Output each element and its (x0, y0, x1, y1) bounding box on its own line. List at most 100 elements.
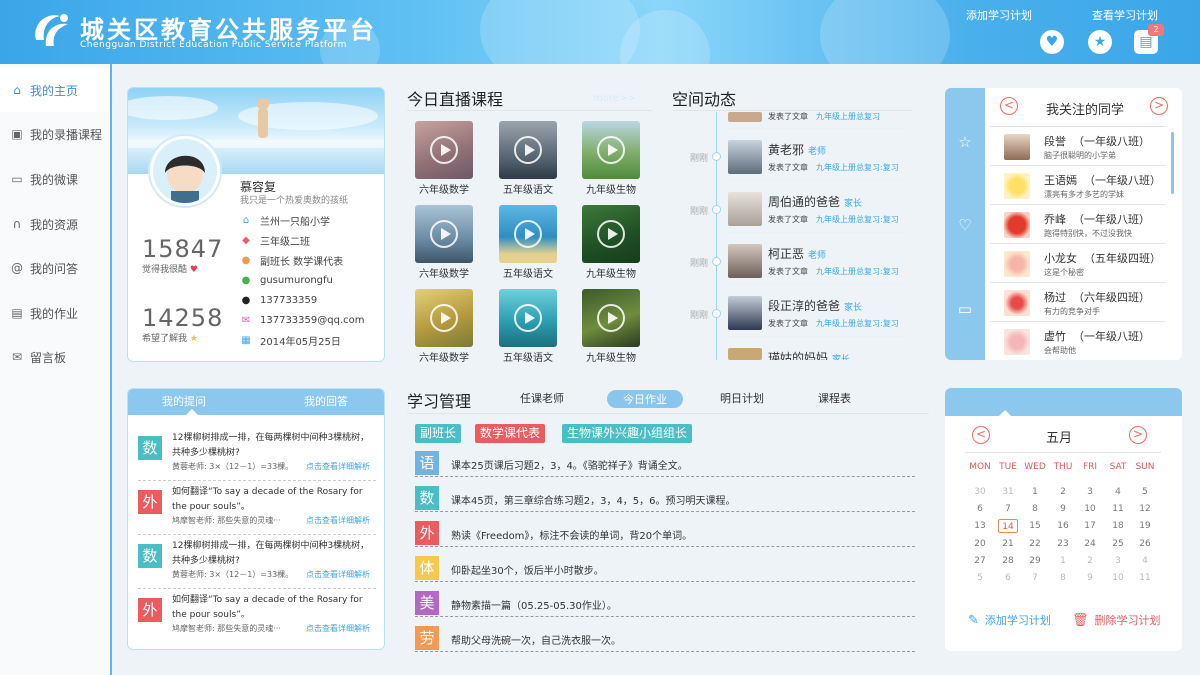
calendar-day[interactable]: 3 (1076, 485, 1104, 499)
calendar-day-today[interactable]: 14 (998, 519, 1018, 533)
calendar-day[interactable]: 2 (1049, 485, 1077, 499)
course-video-thumbnail[interactable] (499, 121, 557, 179)
calendar-day[interactable]: 16 (1049, 519, 1077, 533)
calendar-day[interactable]: 31 (994, 485, 1022, 499)
feed-avatar[interactable] (728, 244, 762, 278)
calendar-day[interactable]: 8 (1049, 571, 1077, 585)
view-analysis-link[interactable]: 点击查看详细解析 (306, 569, 370, 580)
feed-avatar[interactable] (728, 192, 762, 226)
tab-tomorrow-plan[interactable]: 明日计划 (720, 390, 764, 406)
calendar-day[interactable]: 11 (1104, 502, 1132, 516)
calendar-day[interactable]: 9 (1049, 502, 1077, 516)
calendar-day[interactable]: 17 (1076, 519, 1104, 533)
course-video-thumbnail[interactable] (499, 205, 557, 263)
calendar-day[interactable]: 5 (966, 571, 994, 585)
view-analysis-link[interactable]: 点击查看详细解析 (306, 515, 370, 526)
avatar[interactable] (150, 136, 220, 206)
add-plan-button[interactable]: ✎ 添加学习计划 (968, 612, 1051, 628)
sidebar-item-home[interactable]: ⌂ 我的主页 (0, 68, 110, 112)
following-prev-button[interactable]: < (1000, 97, 1018, 115)
following-next-button[interactable]: > (1150, 97, 1168, 115)
following-student-row[interactable]: 王语嫣 （一年级八班） 漂亮有多才多艺的学妹 (990, 167, 1166, 205)
tab-today-homework[interactable]: 今日作业 (607, 390, 683, 408)
calendar-day[interactable]: 28 (994, 554, 1022, 568)
question-item[interactable]: 外 如何翻译“To say a decade of the Rosary for… (138, 589, 376, 643)
feed-avatar[interactable] (728, 296, 762, 330)
view-analysis-link[interactable]: 点击查看详细解析 (306, 623, 370, 634)
feed-avatar[interactable] (728, 140, 762, 174)
course-video-thumbnail[interactable] (415, 289, 473, 347)
calendar-day[interactable]: 10 (1104, 571, 1132, 585)
feed-avatar[interactable] (728, 348, 762, 360)
calendar-day[interactable]: 6 (966, 502, 994, 516)
course-video-thumbnail[interactable] (582, 205, 640, 263)
calendar-day[interactable]: 29 (1021, 554, 1049, 568)
calendar-day[interactable]: 21 (994, 537, 1022, 551)
tab-add-plan[interactable]: 添加学习计划 (966, 7, 1032, 23)
calendar-day[interactable]: 8 (1021, 502, 1049, 516)
calendar-next-month-button[interactable]: > (1129, 426, 1147, 444)
comment-icon[interactable]: ▭ (956, 300, 974, 318)
sidebar-item-homework[interactable]: ▤ 我的作业 (0, 291, 110, 335)
calendar-day[interactable]: 24 (1076, 537, 1104, 551)
calendar-day[interactable]: 19 (1131, 519, 1159, 533)
sidebar-item-micro-courses[interactable]: ▭ 我的微课 (0, 157, 110, 201)
calendar-day[interactable]: 4 (1104, 485, 1132, 499)
calendar-day[interactable]: 22 (1021, 537, 1049, 551)
calendar-day[interactable]: 4 (1131, 554, 1159, 568)
following-student-row[interactable]: 虚竹 （一年级八班） 会帮助他 (990, 323, 1166, 361)
calendar-day[interactable]: 7 (1021, 571, 1049, 585)
sidebar-item-message-board[interactable]: ✉ 留言板 (0, 335, 110, 379)
calendar-day[interactable]: 18 (1104, 519, 1132, 533)
calendar-day[interactable]: 15 (1021, 519, 1049, 533)
calendar-day[interactable]: 9 (1076, 571, 1104, 585)
star-outline-icon[interactable]: ☆ (956, 133, 974, 151)
calendar-day[interactable]: 13 (966, 519, 994, 533)
calendar-day[interactable]: 7 (994, 502, 1022, 516)
tab-my-questions[interactable]: 我的提问 (162, 389, 206, 415)
calendar-prev-month-button[interactable]: < (972, 426, 990, 444)
sidebar-item-resources[interactable]: ∩ 我的资源 (0, 202, 110, 246)
feed-user-name[interactable]: 瑛姑的妈妈 家长 (768, 349, 850, 360)
feed-article-link[interactable]: 九年级上册总复习 (816, 112, 880, 121)
calendar-day[interactable]: 1 (1049, 554, 1077, 568)
calendar-day[interactable]: 2 (1076, 554, 1104, 568)
feed-avatar[interactable] (728, 112, 762, 122)
calendar-day[interactable]: 25 (1104, 537, 1132, 551)
calendar-day[interactable]: 20 (966, 537, 994, 551)
calendar-day[interactable]: 26 (1131, 537, 1159, 551)
calendar-day[interactable]: 3 (1104, 554, 1132, 568)
feed-user-name[interactable]: 周伯通的爸爸 家长 (768, 193, 862, 210)
question-item[interactable]: 数 12棵柳树排成一排，在每两棵树中间种3棵桃树，共种多少棵桃树? 黄蓉老师: … (138, 535, 376, 589)
favorites-heart-icon[interactable]: ♥ (1040, 30, 1064, 54)
sidebar-item-qa[interactable]: @ 我的问答 (0, 246, 110, 290)
view-analysis-link[interactable]: 点击查看详细解析 (306, 461, 370, 472)
feed-article-link[interactable]: 九年级上册总复习:复习 (816, 267, 899, 276)
feed-user-name[interactable]: 段正淳的爸爸 家长 (768, 297, 862, 314)
calendar-day[interactable]: 27 (966, 554, 994, 568)
calendar-day[interactable]: 5 (1131, 485, 1159, 499)
calendar-day[interactable]: 23 (1049, 537, 1077, 551)
feed-user-name[interactable]: 柯正恶 老师 (768, 245, 826, 262)
course-video-thumbnail[interactable] (582, 289, 640, 347)
tab-view-plan[interactable]: 查看学习计划 (1092, 7, 1158, 23)
following-student-row[interactable]: 杨过 （六年级四班） 有力的竞争对手 (990, 284, 1166, 322)
delete-plan-button[interactable]: 🗑 删除学习计划 (1072, 612, 1161, 628)
question-item[interactable]: 外 如何翻译“To say a decade of the Rosary for… (138, 481, 376, 535)
course-video-thumbnail[interactable] (415, 121, 473, 179)
calendar-day[interactable]: 6 (994, 571, 1022, 585)
calendar-day[interactable]: 10 (1076, 502, 1104, 516)
tab-my-answers[interactable]: 我的回答 (304, 389, 348, 415)
star-icon[interactable]: ★ (1088, 30, 1112, 54)
following-student-row[interactable]: 乔峰 （一年级八班） 跑得特别快，不过没我快 (990, 206, 1166, 244)
calendar-day[interactable]: 11 (1131, 571, 1159, 585)
course-video-thumbnail[interactable] (415, 205, 473, 263)
tab-teachers[interactable]: 任课老师 (520, 390, 564, 406)
feed-article-link[interactable]: 九年级上册总复习:复习 (816, 215, 899, 224)
feed-article-link[interactable]: 九年级上册总复习:复习 (816, 163, 899, 172)
calendar-day[interactable]: 1 (1021, 485, 1049, 499)
following-scrollbar[interactable] (1171, 132, 1174, 194)
feed-article-link[interactable]: 九年级上册总复习:复习 (816, 319, 899, 328)
feed-user-name[interactable]: 黄老邪 老师 (768, 141, 826, 158)
following-student-row[interactable]: 段誉 （一年级八班） 脑子很聪明的小学弟 (990, 128, 1166, 166)
